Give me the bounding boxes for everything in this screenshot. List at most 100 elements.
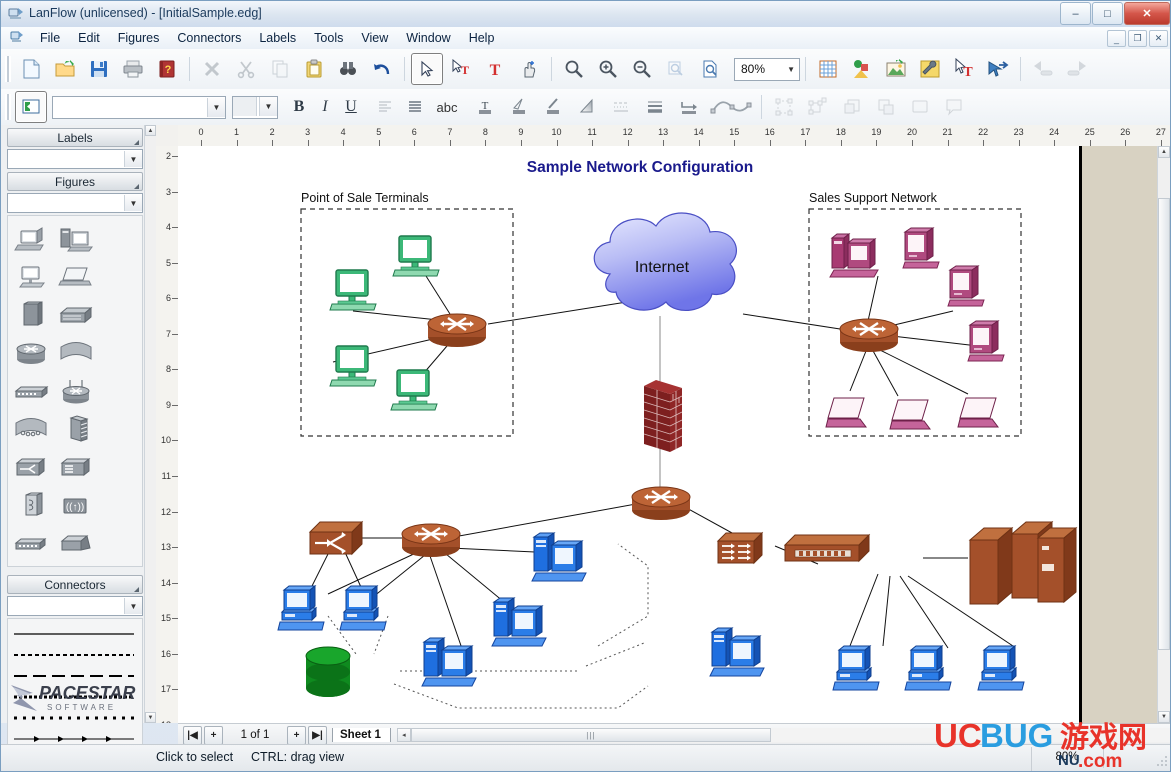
pos-terminal-3[interactable] xyxy=(329,345,377,387)
paste-clipboard-icon[interactable] xyxy=(298,53,330,85)
resize-grip-icon[interactable] xyxy=(134,587,139,592)
curve-icon[interactable] xyxy=(707,91,755,123)
branch-desktop-1[interactable] xyxy=(277,585,325,631)
line-style-icon[interactable] xyxy=(605,91,637,123)
bold-button[interactable]: B xyxy=(286,94,312,120)
h-scroll-track[interactable]: ||| xyxy=(410,728,1170,742)
gradient-icon[interactable] xyxy=(571,91,603,123)
select-pointer-icon[interactable] xyxy=(411,53,443,85)
server-room-switch[interactable] xyxy=(784,534,870,562)
switch-icon[interactable] xyxy=(8,372,53,410)
server-room-pc-1[interactable] xyxy=(709,627,765,677)
zoom-selection-icon[interactable] xyxy=(660,53,692,85)
canvas-horizontal-scrollbar[interactable]: ◂ ||| xyxy=(396,727,1170,743)
menu-item-figures[interactable]: Figures xyxy=(109,28,169,48)
scroll-up-button[interactable]: ▲ xyxy=(1158,146,1170,158)
server-rack-icon[interactable] xyxy=(53,296,98,334)
color-combo[interactable]: ▼ xyxy=(232,95,278,119)
cut-scissors-icon[interactable] xyxy=(230,53,262,85)
sales-workstation-1[interactable] xyxy=(829,233,879,278)
branch-router[interactable] xyxy=(400,522,462,559)
back-link-icon[interactable] xyxy=(1027,53,1059,85)
sales-laptop-1[interactable] xyxy=(825,397,867,428)
server-room-desktop-1[interactable] xyxy=(832,645,880,691)
zoom-icon[interactable] xyxy=(558,53,590,85)
menu-item-file[interactable]: File xyxy=(31,28,69,48)
router-icon[interactable] xyxy=(8,334,53,372)
menu-item-help[interactable]: Help xyxy=(460,28,504,48)
laptop-icon[interactable] xyxy=(53,258,98,296)
menu-item-connectors[interactable]: Connectors xyxy=(168,28,250,48)
point-hand-icon[interactable] xyxy=(513,53,545,85)
image-icon[interactable] xyxy=(880,53,912,85)
help-book-icon[interactable]: ? xyxy=(151,53,183,85)
horizontal-scroll-thumb[interactable]: ||| xyxy=(410,728,771,742)
internet-cloud[interactable]: Internet xyxy=(593,212,737,311)
align-justify-icon[interactable] xyxy=(401,93,429,121)
new-file-icon[interactable] xyxy=(15,53,47,85)
text-pointer-icon[interactable]: T xyxy=(445,53,477,85)
section-header-connectors[interactable]: Connectors xyxy=(7,575,143,594)
delete-x-icon[interactable] xyxy=(196,53,228,85)
font-color-icon[interactable]: T xyxy=(469,91,501,123)
add-text-icon[interactable]: T xyxy=(479,53,511,85)
server-room-desktop-2[interactable] xyxy=(904,645,952,691)
server-room-desktop-3[interactable] xyxy=(977,645,1025,691)
firewall-device[interactable] xyxy=(643,379,683,453)
menu-item-window[interactable]: Window xyxy=(397,28,459,48)
menu-item-view[interactable]: View xyxy=(352,28,397,48)
figures-combo[interactable]: ▼ xyxy=(7,193,143,213)
zoom-page-icon[interactable] xyxy=(694,53,726,85)
sales-router[interactable] xyxy=(838,317,900,354)
branch-pc-2[interactable] xyxy=(491,597,547,647)
cloud-wan-icon[interactable] xyxy=(53,334,98,372)
minimize-button[interactable]: – xyxy=(1060,2,1091,25)
spellcheck-button[interactable]: abc xyxy=(430,94,464,120)
first-page-button[interactable]: |◀ xyxy=(183,725,202,745)
sales-monitor-1[interactable] xyxy=(902,227,940,269)
figure-palette-icon[interactable] xyxy=(846,53,878,85)
section-header-labels[interactable]: Labels xyxy=(7,128,143,147)
server-tower-icon[interactable] xyxy=(8,296,53,334)
scroll-down-button[interactable]: ▼ xyxy=(1158,711,1170,723)
section-header-figures[interactable]: Figures xyxy=(7,172,143,191)
wireless-access-point-icon[interactable]: ((↑)) xyxy=(53,486,98,524)
tower-computer-icon[interactable] xyxy=(53,220,98,258)
callout-icon[interactable] xyxy=(938,91,970,123)
send-back-icon[interactable] xyxy=(870,91,902,123)
toolbar-grip[interactable] xyxy=(5,94,11,120)
zoom-level-combo[interactable]: 80% ▼ xyxy=(734,57,800,81)
server-cluster[interactable] xyxy=(969,521,1077,605)
core-router[interactable] xyxy=(630,485,692,522)
bring-front-icon[interactable] xyxy=(836,91,868,123)
shape-icon[interactable] xyxy=(904,91,936,123)
ungroup-icon[interactable] xyxy=(802,91,834,123)
italic-button[interactable]: I xyxy=(312,94,338,120)
server-room-router[interactable] xyxy=(717,532,763,564)
connector-style-dashed[interactable] xyxy=(8,644,142,665)
diagram-page[interactable]: Sample Network Configuration Point of Sa… xyxy=(178,146,1082,723)
copy-icon[interactable] xyxy=(264,53,296,85)
pos-terminal-4[interactable] xyxy=(390,369,438,411)
restore-button[interactable]: □ xyxy=(1092,2,1123,25)
mdi-close-button[interactable]: ✕ xyxy=(1149,30,1168,47)
fill-color-icon[interactable] xyxy=(503,91,535,123)
text-properties-icon[interactable]: T xyxy=(948,53,980,85)
pos-terminal-1[interactable] xyxy=(329,269,377,311)
branch-pc-3[interactable] xyxy=(421,637,477,687)
branch-hub[interactable] xyxy=(308,520,364,556)
sales-monitor-3[interactable] xyxy=(967,320,1005,362)
firewall-icon[interactable] xyxy=(53,410,98,448)
hub-icon[interactable] xyxy=(8,448,53,486)
monitor-icon[interactable] xyxy=(8,258,53,296)
database-storage[interactable] xyxy=(305,646,351,698)
undo-arrow-icon[interactable] xyxy=(366,53,398,85)
scroll-up-button[interactable]: ▲ xyxy=(145,125,156,136)
properties-wrench-icon[interactable] xyxy=(914,53,946,85)
line-color-icon[interactable] xyxy=(537,91,569,123)
label-frame-icon[interactable] xyxy=(15,91,47,123)
pos-router[interactable] xyxy=(426,312,488,349)
bridge-icon[interactable] xyxy=(53,524,98,562)
wan-cloud-ports-icon[interactable] xyxy=(8,410,53,448)
mdi-minimize-button[interactable]: _ xyxy=(1107,30,1126,47)
